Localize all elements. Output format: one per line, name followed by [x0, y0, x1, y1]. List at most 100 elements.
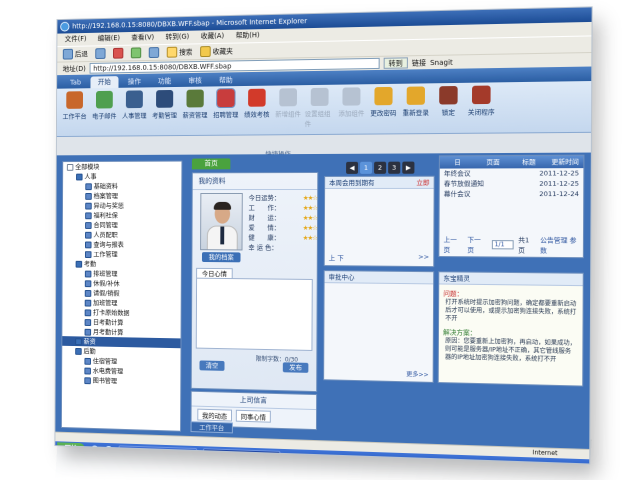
menu-item[interactable]: 收藏(A): [201, 30, 224, 43]
go-button[interactable]: 转到: [383, 57, 408, 69]
refresh-button[interactable]: [130, 47, 142, 59]
module-icon: [85, 231, 92, 239]
app-tab[interactable]: Tab: [63, 77, 89, 89]
helper-solution-text: 原因：您要重新上加密狗，再启动，如果成功，则可能是服务器/IP地址不正确，其它管…: [444, 337, 577, 364]
forward-button[interactable]: [95, 48, 106, 60]
pager-button[interactable]: 1: [360, 161, 373, 174]
back-arrow-icon: [62, 48, 74, 60]
meeting-nav[interactable]: 上 下: [329, 252, 344, 262]
module-icon: [85, 192, 92, 200]
ribbon-button-label: 关闭程序: [467, 107, 495, 117]
rating-stars: ★★☆: [302, 193, 318, 203]
notice-row[interactable]: 春节放假通知 2011-12-25: [440, 178, 584, 188]
notice-header-cell[interactable]: 标题: [511, 156, 547, 168]
notice-header-cell[interactable]: 更新时间: [547, 156, 583, 169]
approval-more-link[interactable]: 更多>>: [406, 369, 428, 379]
ribbon-button[interactable]: 关闭程序: [466, 85, 497, 132]
clock-icon: [156, 89, 174, 108]
meeting-more-link[interactable]: >>: [418, 253, 429, 263]
clear-button[interactable]: 清空: [199, 360, 225, 371]
ribbon-button[interactable]: 重新登录: [400, 86, 431, 133]
tree-item-label: 福利社保: [93, 211, 118, 220]
my-profile-button[interactable]: 我的档案: [201, 252, 241, 263]
tree-item-label: 考勤: [83, 259, 97, 268]
book-icon: [439, 85, 458, 105]
publish-button[interactable]: 发布: [282, 362, 309, 373]
tab-my-activity[interactable]: 我的动态: [197, 408, 232, 422]
tree-item[interactable]: 福利社保: [63, 210, 181, 220]
ribbon-button[interactable]: 更改密码: [368, 86, 398, 134]
module-icon: [85, 241, 92, 248]
menu-item[interactable]: 文件(F): [65, 33, 87, 46]
pager-button[interactable]: 2: [374, 161, 387, 174]
ribbon-button-label: 更改密码: [370, 109, 397, 118]
home-button[interactable]: [148, 47, 160, 59]
photo-hair: [213, 201, 232, 210]
page-total: 共1页: [518, 236, 530, 255]
notice-row[interactable]: 幕什会议 2011-12-24: [440, 189, 584, 199]
ribbon-button-label: 电子邮件: [92, 112, 117, 121]
notice-header-cell[interactable]: 日: [440, 156, 475, 168]
menu-item[interactable]: 查看(V): [131, 31, 154, 44]
stop-button[interactable]: [112, 47, 124, 59]
pager-button[interactable]: ▶: [402, 161, 415, 174]
ribbon-button[interactable]: 薪资管理: [181, 89, 210, 135]
lock-icon: [406, 86, 426, 105]
prev-page-link[interactable]: 上一页: [443, 234, 463, 254]
tree-item[interactable]: 异动与奖惩: [63, 201, 181, 211]
snagit-button[interactable]: Snagit: [430, 58, 453, 67]
ribbon-button[interactable]: 电子邮件: [90, 90, 118, 136]
app-tab[interactable]: 操作: [120, 76, 148, 88]
menu-item[interactable]: 编辑(E): [98, 32, 120, 45]
module-icon: [84, 357, 91, 365]
search-button[interactable]: 搜索: [166, 46, 193, 58]
tree-item[interactable]: 图书管理: [62, 375, 180, 388]
module-icon: [85, 211, 92, 219]
ribbon-button[interactable]: 工作平台: [61, 91, 89, 136]
notice-header-cell[interactable]: 页面: [475, 156, 511, 168]
tree-item-label: 合同管理: [93, 221, 118, 230]
notice-manage-link[interactable]: 公告管理 参数: [540, 234, 583, 255]
links-label[interactable]: 链接: [412, 58, 426, 68]
tree-item[interactable]: 基础资料: [63, 181, 181, 191]
tree-item[interactable]: 人事: [63, 171, 181, 181]
app-tab[interactable]: 功能: [150, 75, 179, 87]
pager-button[interactable]: ◀: [346, 161, 359, 174]
home-icon: [66, 91, 84, 109]
notice-row[interactable]: 年终会议 2011-12-25: [440, 168, 584, 179]
tree-item[interactable]: 档案管理: [63, 191, 181, 201]
app-tab[interactable]: 审核: [181, 75, 210, 87]
ribbon-button[interactable]: 绩效考核: [242, 88, 271, 135]
tree-item-label: 基础资料: [93, 182, 118, 191]
ribbon-button[interactable]: 人事管理: [120, 90, 148, 135]
notice-date: 2011-12-25: [539, 179, 580, 188]
app-tab[interactable]: 开始: [90, 76, 119, 89]
tree-item[interactable]: 合同管理: [63, 220, 181, 230]
rating-stars: ★★☆: [302, 203, 318, 213]
mood-textarea[interactable]: [195, 277, 313, 351]
ribbon-button[interactable]: 锁定: [433, 85, 464, 133]
module-icon: [84, 308, 92, 316]
app-tab[interactable]: 帮助: [211, 74, 240, 86]
profile-panel: 我的资料 我的档案 今日运势： ★★☆ 工 作： ★★☆ 财 运： ★★☆ 爱 情： ★★☆ 健…: [190, 171, 319, 393]
tab-today-mood[interactable]: 今日心情: [196, 267, 233, 279]
tab-work-platform[interactable]: 工作平台: [190, 421, 233, 434]
page-select[interactable]: 1/1: [491, 239, 515, 249]
notice-title: 幕什会议: [443, 189, 471, 199]
favorites-button[interactable]: 收藏夹: [200, 46, 233, 58]
menu-item[interactable]: 帮助(H): [236, 29, 260, 42]
back-label: 后退: [74, 49, 88, 58]
ribbon-button[interactable]: 招聘管理: [211, 88, 240, 135]
star-icon: [200, 46, 211, 58]
pager-button[interactable]: 3: [388, 161, 401, 174]
next-page-link[interactable]: 下一页: [467, 234, 487, 255]
ribbon-button[interactable]: 考勤管理: [150, 89, 179, 135]
tree-item-label: 工作管理: [93, 250, 118, 259]
module-icon: [84, 270, 92, 277]
tab-colleague-mood[interactable]: 同事心情: [235, 409, 271, 423]
tab-home[interactable]: 首页: [191, 158, 231, 170]
back-button[interactable]: 后退: [62, 48, 88, 60]
menu-item[interactable]: 转到(G): [166, 31, 190, 44]
tree-item[interactable]: 全部模块: [63, 162, 181, 172]
meeting-now-link[interactable]: 立即: [416, 177, 429, 188]
